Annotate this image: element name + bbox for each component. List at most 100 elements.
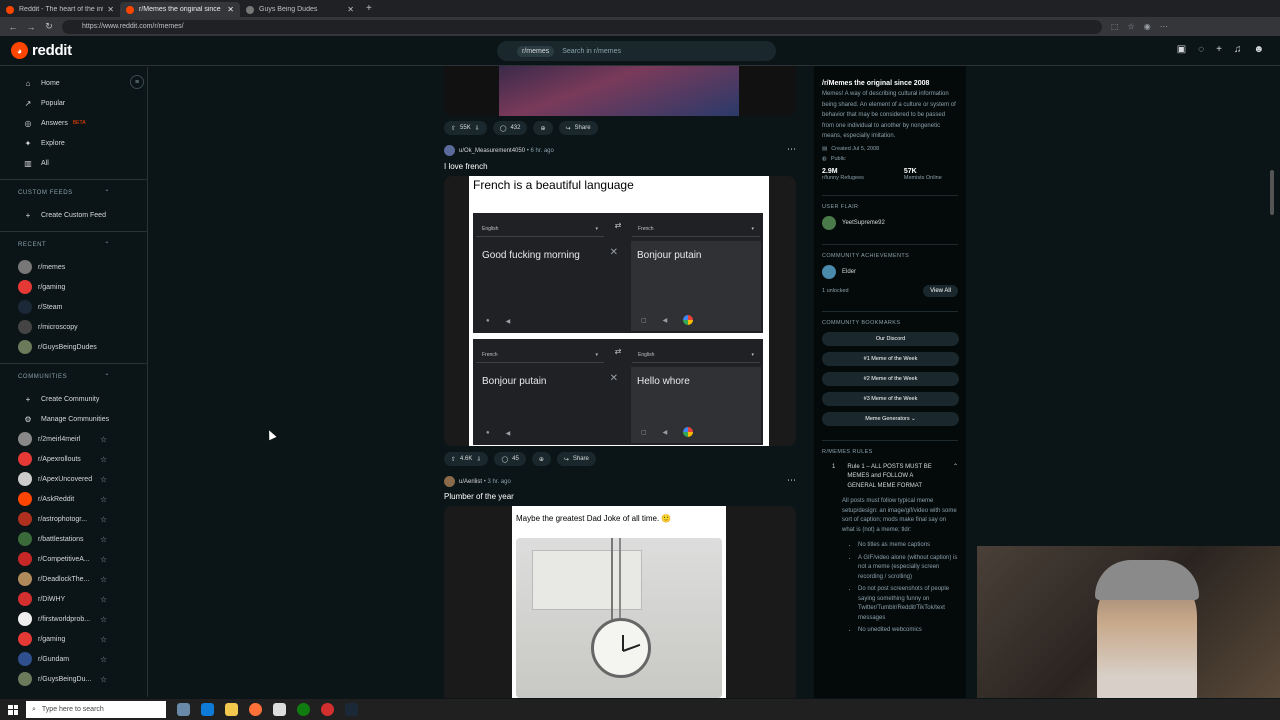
taskbar-search[interactable]: ⌕ Type here to search	[26, 701, 166, 718]
sidebar-community-item[interactable]: r/ApexUncovered ☆	[0, 469, 147, 489]
page-scrollbar[interactable]	[1270, 170, 1274, 215]
avatar[interactable]	[444, 476, 455, 487]
favorite-star-icon[interactable]: ☆	[100, 495, 107, 504]
sidebar-community-item[interactable]: r/gaming ☆	[0, 629, 147, 649]
post1-media[interactable]: French is a beautiful language English ▾ …	[444, 176, 796, 446]
sidebar-item-popular[interactable]: ↗ Popular	[0, 93, 147, 113]
favorite-star-icon[interactable]: ☆	[100, 595, 107, 604]
previous-post-media[interactable]	[444, 66, 796, 116]
avatar[interactable]	[444, 145, 455, 156]
browser-tab-reddit-home[interactable]: Reddit - The heart of the internet ✕	[0, 2, 120, 17]
recent-section[interactable]: RECENT ⌃	[0, 231, 147, 257]
favorite-star-icon[interactable]: ☆	[100, 475, 107, 484]
favorite-star-icon[interactable]: ☆	[100, 515, 107, 524]
xbox-icon[interactable]	[297, 703, 310, 716]
steam-icon[interactable]	[345, 703, 358, 716]
achievement-item[interactable]: Elder	[822, 264, 958, 279]
favorite-star-icon[interactable]: ☆	[100, 635, 107, 644]
vote-pill[interactable]: ⇧ 4.6K ⇩	[444, 452, 489, 466]
create-post-icon[interactable]: +	[1216, 44, 1222, 55]
sidebar-community-item[interactable]: r/Apexrollouts ☆	[0, 449, 147, 469]
new-tab-icon[interactable]: +	[366, 3, 372, 14]
search-input[interactable]: Search in r/memes	[562, 48, 621, 55]
address-bar[interactable]: https://www.reddit.com/r/memes/	[62, 19, 1102, 34]
post2-title[interactable]: Plumber of the year	[444, 492, 514, 501]
share-button[interactable]: ↪ Share	[558, 121, 598, 135]
bookmark-button[interactable]: Our Discord	[822, 331, 959, 346]
bookmark-button[interactable]: #2 Meme of the Week	[822, 371, 959, 386]
custom-feeds-section[interactable]: CUSTOM FEEDS ⌃	[0, 179, 147, 205]
favorite-star-icon[interactable]: ☆	[100, 435, 107, 444]
sidebar-community-item[interactable]: r/CompetitiveA... ☆	[0, 549, 147, 569]
upvote-icon[interactable]: ⇧	[451, 125, 456, 132]
favorite-star-icon[interactable]: ☆	[100, 555, 107, 564]
bookmark-button[interactable]: Meme Generators ⌄	[822, 411, 959, 426]
sidebar-community-item[interactable]: r/AskReddit ☆	[0, 489, 147, 509]
rule-1-header[interactable]: 1 Rule 1 – ALL POSTS MUST BE MEMES and F…	[822, 463, 958, 492]
task-view-icon[interactable]	[177, 703, 190, 716]
favorite-star-icon[interactable]: ☆	[100, 655, 107, 664]
close-tab-icon[interactable]: ✕	[107, 5, 114, 14]
sidebar-community-item[interactable]: r/DeadlockThe... ☆	[0, 569, 147, 589]
communities-section[interactable]: COMMUNITIES ⌃	[0, 363, 147, 389]
downvote-icon[interactable]: ⇩	[475, 125, 480, 132]
user-avatar[interactable]: ☻	[1253, 44, 1264, 55]
sidebar-community-item[interactable]: r/battlestations ☆	[0, 529, 147, 549]
close-tab-icon[interactable]: ✕	[227, 5, 234, 14]
downvote-icon[interactable]: ⇩	[476, 456, 481, 463]
manage-communities[interactable]: ⚙ Manage Communities	[0, 409, 147, 429]
vote-pill[interactable]: ⇧ 55K ⇩	[444, 121, 487, 135]
post-options-icon[interactable]: ⋯	[787, 475, 796, 486]
post-options-icon[interactable]: ⋯	[787, 144, 796, 155]
app-icon[interactable]	[321, 703, 334, 716]
comments-button[interactable]: ◯ 432	[492, 121, 528, 135]
sidebar-item-answers[interactable]: ◎ Answers BETA	[0, 113, 147, 133]
sidebar-community-item[interactable]: r/gaming	[0, 277, 147, 297]
search-bar[interactable]: r/memes Search in r/memes	[497, 41, 776, 61]
sidebar-community-item[interactable]: r/Gundam ☆	[0, 649, 147, 669]
menu-icon[interactable]: ⋯	[1160, 22, 1168, 31]
upvote-icon[interactable]: ⇧	[451, 456, 456, 463]
sidebar-community-item[interactable]: r/2meirl4meirl ☆	[0, 429, 147, 449]
post1-title[interactable]: I love french	[444, 162, 488, 171]
extension-icon[interactable]: ⬚	[1111, 22, 1119, 31]
sidebar-community-item[interactable]: r/microscopy	[0, 317, 147, 337]
browser-tab-memes[interactable]: r/Memes the original since 2008 ✕	[120, 2, 240, 17]
file-explorer-icon[interactable]	[225, 703, 238, 716]
award-button[interactable]: ⊕	[533, 121, 553, 135]
post-author[interactable]: u/Aerilist	[459, 479, 482, 485]
advertise-icon[interactable]: ▣	[1177, 44, 1186, 55]
favorites-icon[interactable]: ☆	[1128, 22, 1135, 31]
profile-icon[interactable]: ◉	[1144, 22, 1151, 31]
user-flair[interactable]: YeetSupreme92	[822, 215, 958, 230]
favorite-star-icon[interactable]: ☆	[100, 535, 107, 544]
firefox-icon[interactable]	[249, 703, 262, 716]
favorite-star-icon[interactable]: ☆	[100, 675, 107, 684]
sidebar-community-item[interactable]: r/GuysBeingDu... ☆	[0, 669, 147, 689]
sidebar-item-explore[interactable]: ✦ Explore	[0, 133, 147, 153]
share-button[interactable]: ↪ Share	[556, 452, 596, 466]
award-button[interactable]: ⊕	[531, 452, 551, 466]
search-community-chip[interactable]: r/memes	[517, 45, 555, 57]
favorite-star-icon[interactable]: ☆	[100, 455, 107, 464]
bookmark-button[interactable]: #1 Meme of the Week	[822, 351, 959, 366]
chat-icon[interactable]: ◌	[1198, 44, 1204, 55]
sidebar-community-item[interactable]: r/astrophotogr... ☆	[0, 509, 147, 529]
create-community[interactable]: + Create Community	[0, 389, 147, 409]
sidebar-community-item[interactable]: r/Steam	[0, 297, 147, 317]
create-custom-feed[interactable]: + Create Custom Feed	[0, 205, 147, 225]
favorite-star-icon[interactable]: ☆	[100, 575, 107, 584]
back-icon[interactable]: ←	[8, 22, 18, 32]
favorite-star-icon[interactable]: ☆	[100, 615, 107, 624]
reload-icon[interactable]: ↻	[44, 21, 54, 32]
sidebar-community-item[interactable]: r/memes	[0, 257, 147, 277]
bookmark-button[interactable]: #3 Meme of the Week	[822, 391, 959, 406]
reddit-logo[interactable]: ◕ reddit	[11, 42, 72, 59]
notifications-icon[interactable]: ♫	[1234, 44, 1242, 55]
sidebar-item-home[interactable]: ⌂ Home	[0, 73, 147, 93]
sidebar-item-all[interactable]: ▥ All	[0, 153, 147, 173]
sidebar-community-item[interactable]: r/DiWHY ☆	[0, 589, 147, 609]
sidebar-community-item[interactable]: r/GuysBeingDudes	[0, 337, 147, 357]
forward-icon[interactable]: →	[26, 22, 36, 32]
comments-button[interactable]: ◯ 45	[494, 452, 526, 466]
